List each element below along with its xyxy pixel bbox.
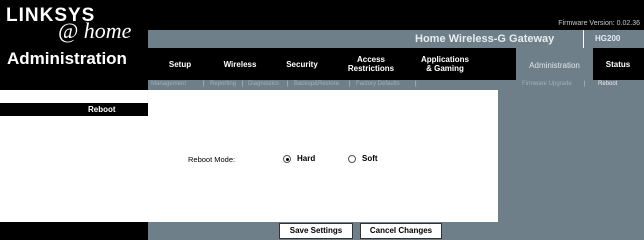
radio-hard-label[interactable]: Hard	[297, 154, 315, 163]
tab-access-restrictions[interactable]: Access Restrictions	[338, 55, 404, 73]
tab-applications-gaming[interactable]: Applications & Gaming	[410, 55, 480, 73]
subnav-separator: |	[415, 81, 417, 87]
subtab-reboot[interactable]: Reboot	[598, 81, 617, 87]
subtab-backup-restore[interactable]: Backup&Restore	[294, 81, 339, 87]
radio-soft-label[interactable]: Soft	[362, 154, 378, 163]
reboot-mode-label: Reboot Mode:	[188, 155, 236, 164]
subnav-separator: |	[349, 81, 351, 87]
page-title: Administration	[7, 49, 127, 68]
reboot-heading-bar	[0, 103, 148, 116]
help-panel	[498, 90, 644, 240]
subtab-management[interactable]: Management	[151, 81, 186, 87]
cancel-changes-button[interactable]: Cancel Changes	[360, 223, 442, 239]
subtab-reporting[interactable]: Reporting	[210, 81, 236, 87]
subtab-factory-defaults[interactable]: Factory Defaults	[356, 81, 400, 87]
product-band	[148, 30, 644, 48]
tab-security[interactable]: Security	[280, 60, 324, 69]
tab-setup[interactable]: Setup	[160, 60, 200, 69]
bottom-left-bar	[0, 222, 148, 240]
home-logo-tagline: @ home	[58, 18, 132, 43]
subnav-separator: |	[203, 81, 205, 87]
model-divider	[583, 30, 584, 48]
subnav-separator: |	[287, 81, 289, 87]
model-number: HG200	[595, 34, 621, 43]
subnav-separator: |	[242, 81, 244, 87]
tab-status[interactable]: Status	[596, 60, 640, 69]
radio-hard[interactable]	[283, 155, 291, 163]
subtab-diagnostics[interactable]: Diagnostics	[248, 81, 279, 87]
firmware-version: Firmware Version: 0.02.36	[558, 20, 640, 27]
subtab-firmware-upgrade[interactable]: Firmware Upgrade	[522, 81, 572, 87]
tab-administration[interactable]: Administration	[516, 61, 593, 70]
subnav-separator: |	[584, 81, 586, 87]
tab-wireless[interactable]: Wireless	[218, 60, 262, 69]
reboot-heading: Reboot	[88, 105, 116, 114]
save-settings-button[interactable]: Save Settings	[279, 223, 353, 239]
product-name: Home Wireless-G Gateway	[415, 33, 555, 45]
radio-soft[interactable]	[348, 155, 356, 163]
